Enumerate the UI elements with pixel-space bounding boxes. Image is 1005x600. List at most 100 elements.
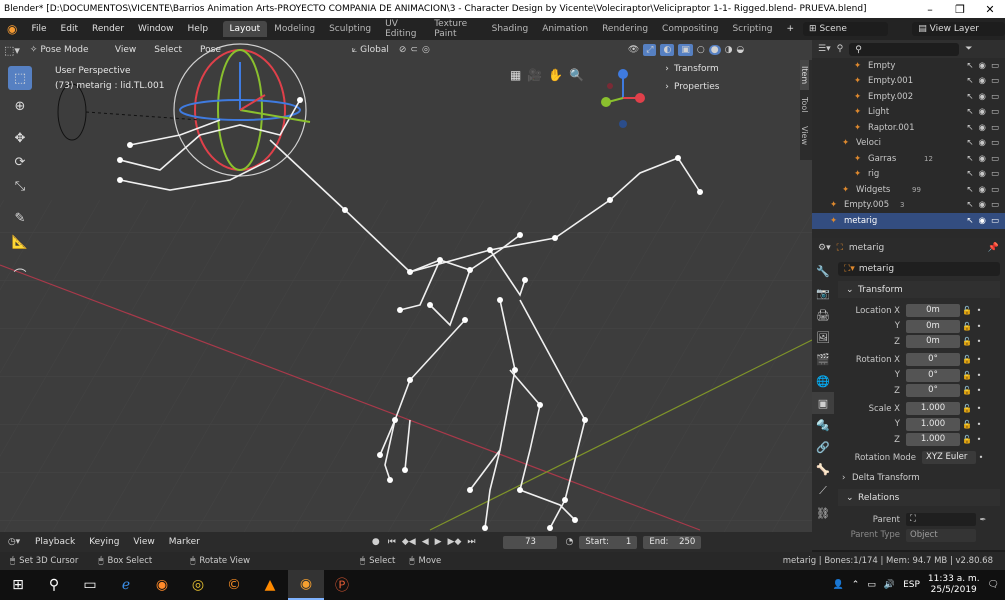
outliner-item[interactable]: ✦ Veloci ↖ ◉ ▭ <box>812 136 1005 152</box>
monitor-icon[interactable]: ▭ <box>991 200 999 210</box>
output-tab-icon[interactable]: 🖨 <box>812 304 834 326</box>
minimize-button[interactable]: – <box>915 3 945 16</box>
orientation-selector[interactable]: ⟀ Global <box>346 43 395 57</box>
parent-type-dropdown[interactable]: Object <box>906 528 976 542</box>
timeline-editor-icon[interactable]: ◷▾ <box>0 537 28 547</box>
render-tab-icon[interactable]: 📷 <box>812 282 834 304</box>
pivot-icon[interactable]: ⊘ <box>399 45 407 55</box>
npanel-transform[interactable]: › Transform <box>660 60 800 78</box>
transform-panel-header[interactable]: ⌄ Transform <box>838 281 1000 298</box>
bone-tab-icon[interactable]: ⟋ <box>812 480 834 502</box>
modifier-tab-icon[interactable]: 🔩 <box>812 414 834 436</box>
lock-icon[interactable]: 🔓 <box>960 337 974 346</box>
eye-icon[interactable]: ◉ <box>979 138 986 148</box>
rotation-mode-dropdown[interactable]: XYZ Euler <box>922 451 976 464</box>
scale-z-field[interactable]: 1.000 <box>906 433 960 446</box>
eye-icon[interactable]: ◉ <box>979 76 986 86</box>
scale-tool-icon[interactable]: ⤡ <box>8 174 32 198</box>
keyframe-dot-icon[interactable]: • <box>974 386 984 395</box>
measure-tool-icon[interactable]: 📐 <box>8 230 32 254</box>
armature-data-tab-icon[interactable]: 🦴 <box>812 458 834 480</box>
play-reverse-icon[interactable]: ◀ <box>422 537 429 547</box>
material-shading-icon[interactable]: ◑ <box>725 45 733 55</box>
jump-end-icon[interactable]: ⏭ <box>467 537 475 547</box>
monitor-icon[interactable]: ▭ <box>991 154 999 164</box>
properties-type-icon[interactable]: ⚙▾ <box>818 243 831 253</box>
viewport-canvas[interactable] <box>0 40 812 532</box>
user-icon[interactable]: 👤 <box>833 580 844 590</box>
menu-marker[interactable]: Marker <box>162 537 207 547</box>
constraint-tab-icon[interactable]: 🔗 <box>812 436 834 458</box>
outliner-item[interactable]: ✦ Empty.005 3 ↖ ◉ ▭ <box>812 198 1005 214</box>
monitor-icon[interactable]: ▭ <box>991 92 999 102</box>
npanel-properties[interactable]: › Properties <box>660 78 800 96</box>
outliner-search-input[interactable]: ⚲ <box>849 42 960 56</box>
record-icon[interactable]: ● <box>372 537 380 547</box>
xray-icon[interactable]: ▣ <box>678 44 693 56</box>
select-arrow-icon[interactable]: ↖ <box>966 216 973 226</box>
current-frame-field[interactable]: 73 <box>503 535 558 549</box>
sidebar-tab-item[interactable]: Item <box>800 60 809 90</box>
menu-playback[interactable]: Playback <box>28 537 82 547</box>
eye-icon[interactable]: ◉ <box>979 185 986 195</box>
tab-animation[interactable]: Animation <box>535 21 595 37</box>
lock-icon[interactable]: 🔓 <box>960 386 974 395</box>
scale-y-field[interactable]: 1.000 <box>906 417 960 431</box>
location-z-field[interactable]: 0m <box>906 335 960 348</box>
lock-icon[interactable]: 🔓 <box>960 420 974 429</box>
sidebar-tab-view[interactable]: View <box>800 120 809 150</box>
proportional-edit-icon[interactable]: ◎ <box>422 45 430 55</box>
sidebar-tab-tool[interactable]: Tool <box>800 90 809 120</box>
prev-keyframe-icon[interactable]: ◆◀ <box>402 537 416 547</box>
parent-field[interactable]: ⛶ <box>906 513 976 526</box>
outliner-item[interactable]: ✦ Empty.002 ↖ ◉ ▭ <box>812 89 1005 105</box>
keyframe-dot-icon[interactable]: • <box>974 404 984 413</box>
outliner-item[interactable]: ✦ Garras 12 ↖ ◉ ▭ <box>812 151 1005 167</box>
pan-hand-icon[interactable]: ✋ <box>548 68 563 82</box>
network-icon[interactable]: ▭ <box>867 580 876 590</box>
object-name-field[interactable]: ⛶▾ metarig <box>838 262 1000 276</box>
relax-tool-icon[interactable]: ⌒ <box>8 262 32 286</box>
tab-layout[interactable]: Layout <box>222 21 268 37</box>
select-arrow-icon[interactable]: ↖ <box>966 200 973 210</box>
search-icon[interactable]: ⚲ <box>36 570 72 600</box>
monitor-icon[interactable]: ▭ <box>991 138 999 148</box>
outliner-item[interactable]: ✦ Light ↖ ◉ ▭ <box>812 105 1005 121</box>
menu-window[interactable]: Window <box>131 24 181 34</box>
monitor-icon[interactable]: ▭ <box>991 107 999 117</box>
pin-icon[interactable]: 📌 <box>988 243 999 253</box>
perspective-grid-icon[interactable]: ▦ <box>510 68 521 82</box>
eye-icon[interactable]: ◉ <box>979 123 986 133</box>
monitor-icon[interactable]: ▭ <box>991 61 999 71</box>
outliner-item[interactable]: ✦ rig ↖ ◉ ▭ <box>812 167 1005 183</box>
task-view-icon[interactable]: ▭ <box>72 570 108 600</box>
tab-texture-paint[interactable]: Texture Paint <box>427 16 484 42</box>
powerpoint-icon[interactable]: Ⓟ <box>324 570 360 600</box>
keyframe-dot-icon[interactable]: • <box>974 420 984 429</box>
select-arrow-icon[interactable]: ↖ <box>966 61 973 71</box>
tab-shading[interactable]: Shading <box>485 21 536 37</box>
keyframe-dot-icon[interactable]: • <box>974 355 984 364</box>
select-box-tool-icon[interactable]: ⬚ <box>8 66 32 90</box>
outliner-type-icon[interactable]: ☰▾ <box>818 44 831 54</box>
volume-icon[interactable]: 🔊 <box>884 580 895 590</box>
lock-icon[interactable]: 🔓 <box>960 435 974 444</box>
keyframe-dot-icon[interactable]: • <box>974 322 984 331</box>
select-arrow-icon[interactable]: ↖ <box>966 169 973 179</box>
clock-icon[interactable]: ◔ <box>565 537 573 547</box>
monitor-icon[interactable]: ▭ <box>991 216 999 226</box>
menu-keying[interactable]: Keying <box>82 537 126 547</box>
eye-icon[interactable]: ◉ <box>979 169 986 179</box>
select-arrow-icon[interactable]: ↖ <box>966 107 973 117</box>
visibility-icon[interactable]: 👁 <box>628 45 639 55</box>
close-button[interactable]: ✕ <box>975 3 1005 16</box>
location-y-field[interactable]: 0m <box>906 319 960 333</box>
keyframe-dot-icon[interactable]: • <box>974 371 984 380</box>
menu-file[interactable]: File <box>24 24 53 34</box>
mode-selector[interactable]: ✧ Pose Mode <box>24 43 104 57</box>
jump-start-icon[interactable]: ⏮ <box>388 537 396 547</box>
clock[interactable]: 11:33 a. m. 25/5/2019 <box>928 574 980 596</box>
blender-logo-icon[interactable]: ◉ <box>0 22 24 36</box>
play-icon[interactable]: ▶ <box>435 537 442 547</box>
menu-select[interactable]: Select <box>147 45 189 55</box>
